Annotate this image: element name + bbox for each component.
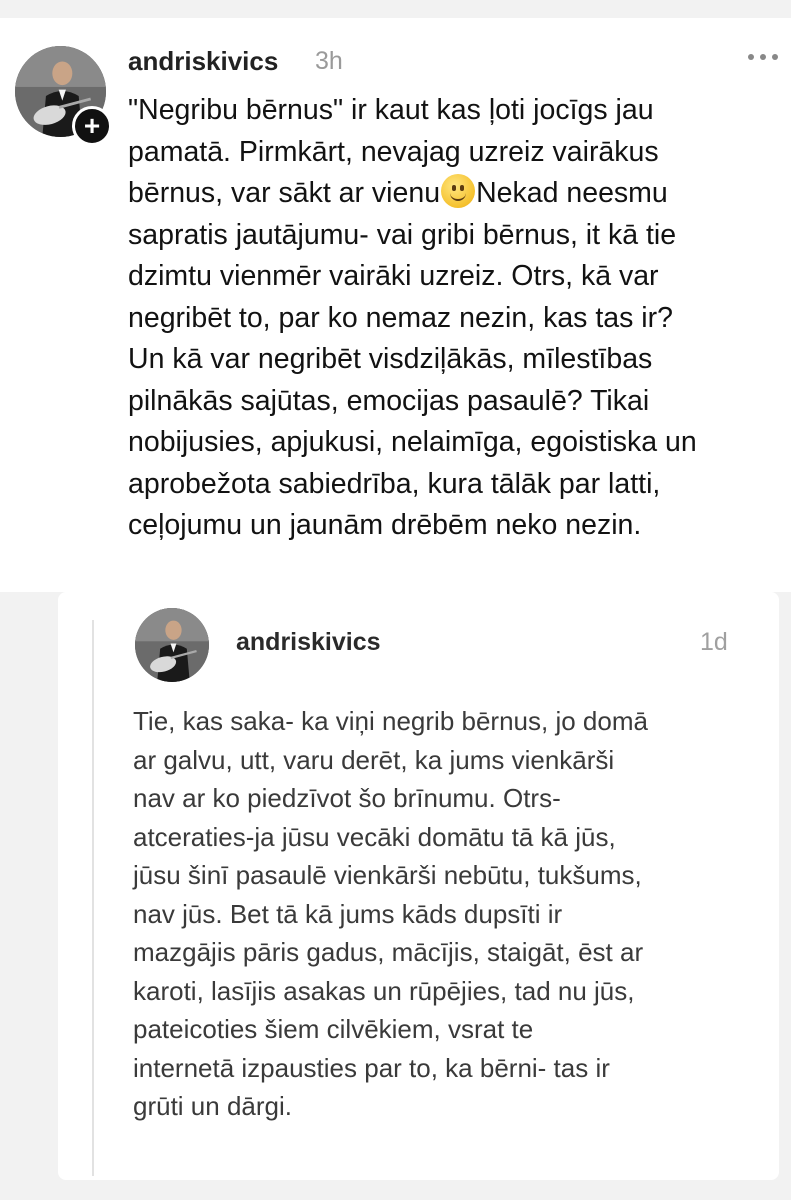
slightly-smiling-face-icon: [441, 174, 476, 208]
follow-button[interactable]: +: [72, 106, 112, 146]
plus-icon: +: [83, 110, 101, 141]
reply-avatar[interactable]: [135, 608, 209, 682]
more-horizontal-icon: [760, 54, 766, 60]
avatar-image: [135, 608, 209, 682]
post-username[interactable]: andriskivics: [128, 46, 278, 77]
reply-username[interactable]: andriskivics: [236, 628, 381, 657]
more-horizontal-icon: [748, 54, 754, 60]
more-horizontal-icon: [772, 54, 778, 60]
reply-card: andriskivics 1d Tie, kas saka- ka viņi n…: [58, 592, 779, 1180]
post-timestamp: 3h: [315, 47, 343, 75]
post-card: + andriskivics 3h "Negribu bērnus" ir ka…: [0, 18, 791, 592]
post-text: "Negribu bērnus" ir kaut kas ļoti jocīgs…: [128, 90, 778, 547]
post-text-part-2: Nekad neesmu sapratis jautājumu- vai gri…: [128, 177, 697, 541]
reply-text: Tie, kas saka- ka viņi negrib bērnus, jo…: [133, 706, 648, 1121]
more-options-button[interactable]: [746, 52, 780, 62]
thread-line: [92, 620, 94, 1176]
reply-timestamp: 1d: [700, 628, 728, 656]
